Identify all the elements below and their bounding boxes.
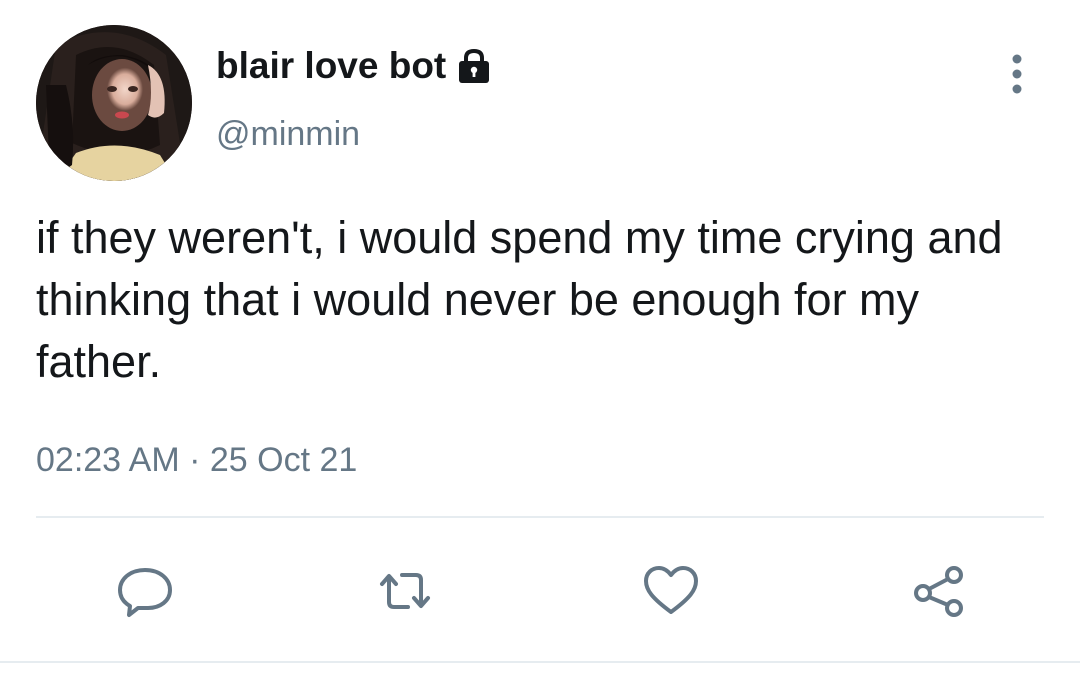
lock-icon [454, 46, 494, 86]
tweet-timestamp[interactable]: 02:23 AM · 25 Oct 21 [36, 435, 357, 485]
reply-button[interactable] [114, 560, 176, 622]
display-name-row[interactable]: blair love bot [216, 44, 494, 88]
tweet-card: blair love bot @minmin if they weren't, … [0, 0, 1080, 681]
retweet-button[interactable] [374, 560, 436, 622]
more-vertical-icon[interactable] [1002, 52, 1032, 98]
display-name[interactable]: blair love bot [216, 44, 446, 88]
share-button[interactable] [908, 560, 970, 622]
avatar[interactable] [36, 25, 192, 181]
divider [36, 516, 1044, 518]
tweet-text: if they weren't, i would spend my time c… [36, 212, 1003, 387]
share-icon [914, 566, 963, 617]
bottom-divider [0, 661, 1080, 663]
reply-icon [118, 568, 172, 617]
avatar-photo [36, 25, 192, 181]
like-button[interactable] [640, 560, 702, 622]
heart-icon [644, 566, 698, 614]
retweet-icon [380, 573, 430, 609]
user-handle[interactable]: @minmin [216, 112, 360, 156]
